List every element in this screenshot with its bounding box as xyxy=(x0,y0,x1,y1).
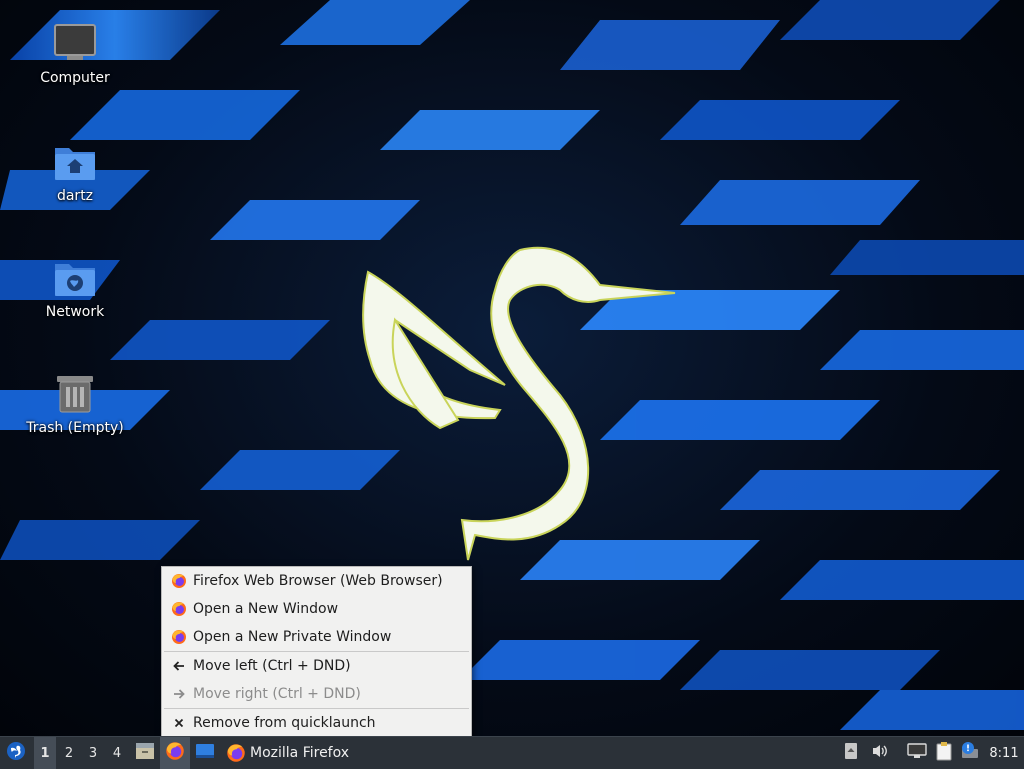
firefox-icon xyxy=(170,600,188,618)
firefox-icon xyxy=(170,628,188,646)
quicklaunch-file-manager[interactable] xyxy=(132,737,158,769)
menu-item-open-new-window[interactable]: Open a New Window xyxy=(162,595,471,623)
menu-item-open-new-private-window[interactable]: Open a New Private Window xyxy=(162,623,471,651)
desktop-icon-trash[interactable]: Trash (Empty) xyxy=(20,372,130,436)
network-wired-icon xyxy=(907,743,927,763)
arrow-right-icon xyxy=(170,685,188,703)
quicklaunch-firefox[interactable] xyxy=(160,737,190,769)
tray-scroll-button[interactable] xyxy=(842,737,860,769)
trash-icon xyxy=(53,372,97,416)
file-manager-icon xyxy=(135,742,155,764)
desktop-icon-label: Computer xyxy=(40,70,110,86)
taskbar: 1 2 3 4 Mozilla Firefox 8:11 xyxy=(0,736,1024,769)
menu-item-label: Firefox Web Browser (Web Browser) xyxy=(193,573,443,589)
network-status-button[interactable] xyxy=(904,737,930,769)
desktop-icon-label: Trash (Empty) xyxy=(26,420,124,436)
menu-item-label: Remove from quicklaunch xyxy=(193,715,376,731)
workspace-4[interactable]: 4 xyxy=(106,737,128,769)
network-folder-icon xyxy=(53,256,97,300)
update-notifier-button[interactable] xyxy=(958,737,982,769)
menu-item-label: Open a New Window xyxy=(193,601,339,617)
home-folder-icon xyxy=(53,140,97,184)
desktop-icon-computer[interactable]: Computer xyxy=(20,22,130,86)
distro-logo xyxy=(362,246,676,561)
wallpaper xyxy=(0,0,1024,730)
quicklaunch-context-menu: Firefox Web Browser (Web Browser) Open a… xyxy=(161,566,472,736)
update-info-icon xyxy=(960,741,980,765)
workspace-1[interactable]: 1 xyxy=(34,737,56,769)
desktop-icon-label: Network xyxy=(45,304,105,320)
start-menu-button[interactable] xyxy=(2,737,30,769)
chevron-up-icon xyxy=(844,742,858,764)
task-button-firefox[interactable]: Mozilla Firefox xyxy=(222,737,362,769)
menu-item-move-left[interactable]: Move left (Ctrl + DND) xyxy=(162,652,471,680)
menu-item-label: Move right (Ctrl + DND) xyxy=(193,686,361,702)
firefox-icon xyxy=(165,741,185,765)
clock[interactable]: 8:11 xyxy=(986,737,1022,769)
menu-item-firefox-web-browser[interactable]: Firefox Web Browser (Web Browser) xyxy=(162,567,471,595)
clipboard-icon xyxy=(935,741,953,765)
distro-logo-icon xyxy=(6,741,26,765)
workspace-2[interactable]: 2 xyxy=(58,737,80,769)
computer-icon xyxy=(53,22,97,66)
menu-item-label: Open a New Private Window xyxy=(193,629,392,645)
desktop-icon-network[interactable]: Network xyxy=(20,256,130,320)
firefox-icon xyxy=(170,572,188,590)
firefox-icon xyxy=(226,743,246,763)
task-button-label: Mozilla Firefox xyxy=(250,745,350,761)
volume-icon xyxy=(871,743,889,763)
desktop-icon-label: dartz xyxy=(56,188,94,204)
arrow-left-icon xyxy=(170,657,188,675)
menu-item-move-right[interactable]: Move right (Ctrl + DND) xyxy=(162,680,471,708)
quicklaunch-show-desktop[interactable] xyxy=(192,737,218,769)
volume-button[interactable] xyxy=(868,737,892,769)
desktop[interactable]: Computer dartz Network Trash (Empty) Fir… xyxy=(0,0,1024,736)
desktop-icon xyxy=(195,743,215,763)
clipboard-button[interactable] xyxy=(932,737,956,769)
close-icon xyxy=(170,714,188,732)
menu-item-label: Move left (Ctrl + DND) xyxy=(193,658,351,674)
workspace-3[interactable]: 3 xyxy=(82,737,104,769)
desktop-icon-home[interactable]: dartz xyxy=(20,140,130,204)
menu-item-remove-from-quicklaunch[interactable]: Remove from quicklaunch xyxy=(162,709,471,736)
